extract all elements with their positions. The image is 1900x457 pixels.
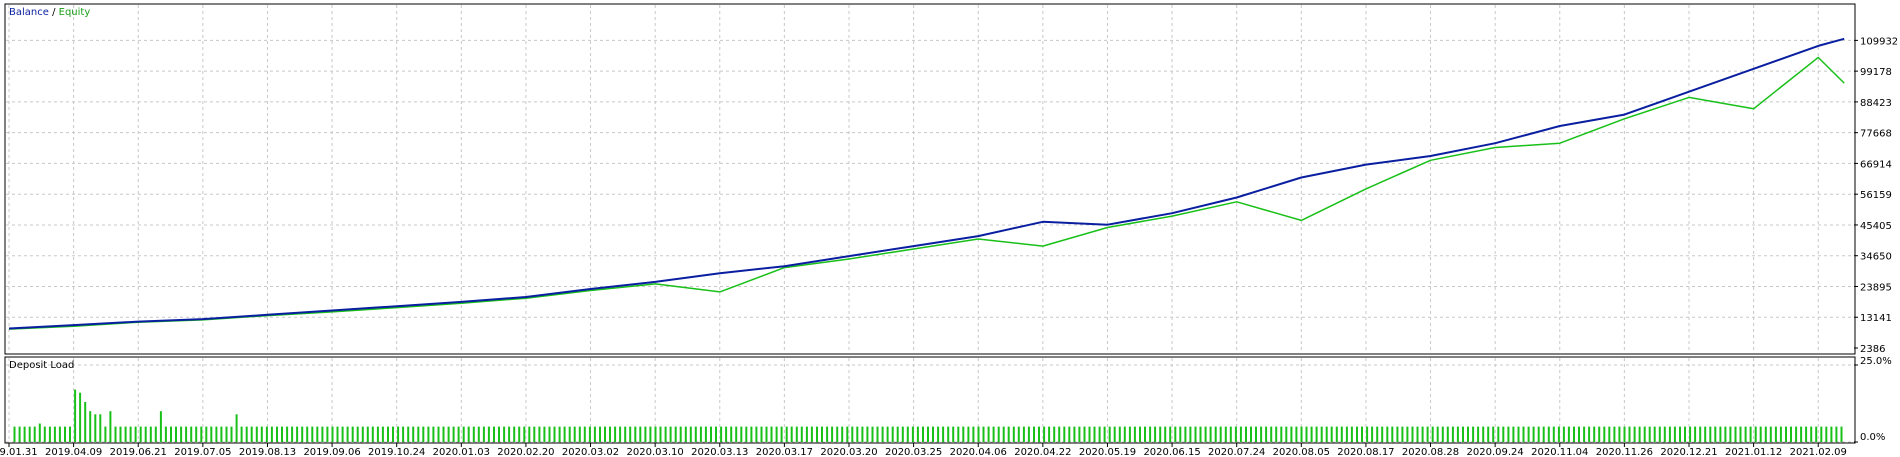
- x-tick-label: 2020.08.05: [1273, 447, 1330, 457]
- load-y-tick-label: 0.0%: [1860, 432, 1885, 443]
- load-y-axis: 25.0% 0.0%: [1854, 356, 1892, 443]
- load-y-tick-label: 25.0%: [1860, 356, 1892, 367]
- x-tick-label: 2020.04.22: [1014, 447, 1071, 457]
- legend: Balance / Equity: [9, 7, 90, 18]
- legend-equity: Equity: [59, 7, 91, 18]
- x-tick-label: 2019.06.21: [110, 447, 167, 457]
- main-y-axis: 109932 99178 88423 77668 66914 56159 45405 3465…: [1854, 36, 1898, 355]
- x-tick-label: 2020.01.03: [433, 447, 490, 457]
- x-tick-label: 2020.09.24: [1467, 447, 1524, 457]
- x-tick-label: 2019.07.05: [174, 447, 231, 457]
- load-panel-title: Deposit Load: [9, 360, 74, 371]
- main-y-tick-label: 34650: [1860, 252, 1892, 263]
- main-y-tick-label: 99178: [1860, 67, 1892, 78]
- x-tick-label: 2020.12.21: [1660, 447, 1717, 457]
- x-tick-label: 2020.08.28: [1402, 447, 1459, 457]
- x-tick-label: 2020.03.25: [885, 447, 942, 457]
- x-tick-label: 2020.03.13: [691, 447, 748, 457]
- legend-balance: Balance: [9, 7, 49, 18]
- x-tick-label: 2020.07.24: [1208, 447, 1265, 457]
- legend-separator: /: [49, 7, 59, 18]
- x-tick-label: 2019.08.13: [239, 447, 296, 457]
- x-tick-label: 2020.08.17: [1337, 447, 1394, 457]
- x-tick-label: 2020.02.20: [497, 447, 554, 457]
- deposit-load-panel: 25.0% 0.0% Deposit Load: [4, 356, 1892, 444]
- x-tick-label: 2020.03.17: [756, 447, 813, 457]
- x-tick-label: 2020.11.04: [1531, 447, 1588, 457]
- x-axis: 2019.01.31 2019.04.09 2019.06.21 2019.07.05…: [0, 443, 1847, 457]
- balance-equity-panel: 109932 99178 88423 77668 66914 56159 45405 3465…: [4, 3, 1898, 355]
- main-y-tick-label: 56159: [1860, 190, 1892, 201]
- main-y-tick-label: 109932: [1860, 36, 1898, 47]
- main-y-tick-label: 13141: [1860, 313, 1892, 324]
- x-tick-label: 2019.10.24: [368, 447, 425, 457]
- x-tick-label: 2020.03.20: [820, 447, 877, 457]
- main-y-tick-label: 45405: [1860, 221, 1892, 232]
- main-y-tick-label: 2386: [1860, 344, 1885, 355]
- main-y-tick-label: 23895: [1860, 282, 1892, 293]
- main-y-tick-label: 88423: [1860, 98, 1892, 109]
- main-y-tick-label: 66914: [1860, 159, 1892, 170]
- x-tick-label: 2020.06.15: [1143, 447, 1200, 457]
- x-tick-label: 2019.01.31: [0, 447, 38, 457]
- main-y-tick-label: 77668: [1860, 129, 1892, 140]
- main-panel-frame: [4, 3, 1856, 355]
- tester-graph: 109932 99178 88423 77668 66914 56159 45405 3465…: [0, 3, 1898, 457]
- x-tick-label: 2021.02.09: [1790, 447, 1847, 457]
- x-tick-label: 2020.05.19: [1079, 447, 1136, 457]
- x-tick-label: 2019.04.09: [45, 447, 102, 457]
- x-tick-label: 2020.11.26: [1596, 447, 1653, 457]
- x-tick-label: 2020.04.06: [950, 447, 1007, 457]
- x-tick-label: 2021.01.12: [1725, 447, 1782, 457]
- x-tick-label: 2020.03.10: [627, 447, 684, 457]
- x-tick-label: 2020.03.02: [562, 447, 619, 457]
- x-tick-label: 2019.09.06: [303, 447, 360, 457]
